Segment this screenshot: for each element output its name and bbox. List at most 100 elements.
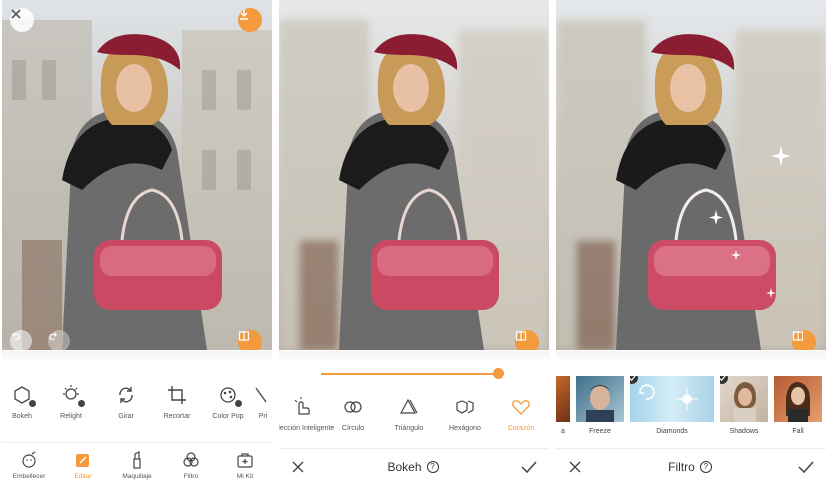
tool-strip: Bokeh Relight Girar Recortar Color Pop P… [2, 384, 272, 434]
nav-filtro[interactable]: Filtro [164, 443, 218, 488]
filter-item-fall[interactable]: Fall [774, 376, 822, 438]
bottom-nav: Embellecer Editar Maquillaje Filtro Mi K… [2, 442, 272, 488]
crop-icon [166, 384, 188, 406]
slider-knob[interactable] [493, 368, 504, 379]
tool-label: Relight [60, 413, 82, 420]
hexagon-shape-icon [454, 396, 476, 418]
face-retouch-icon [22, 451, 36, 468]
compare-button[interactable] [515, 330, 539, 350]
check-badge [234, 399, 243, 408]
bokeh-icon [11, 384, 37, 408]
edit-icon [76, 454, 89, 467]
photo-canvas[interactable] [279, 0, 549, 350]
tool-partial[interactable]: Pri [254, 384, 272, 434]
tool-label: Pri [258, 413, 268, 420]
help-icon[interactable]: ? [699, 460, 712, 473]
tool-label: Recortar [163, 413, 191, 420]
apply-check-icon[interactable] [798, 460, 814, 474]
tool-label: Color Pop [212, 413, 244, 420]
shape-circle[interactable]: Círculo [325, 396, 381, 446]
tool-label: Girar [118, 413, 134, 420]
filter-label: a [561, 428, 565, 435]
filter-label: Shadows [729, 428, 759, 435]
tool-title: Filtro ? [668, 460, 712, 474]
nav-label: Filtro [183, 473, 199, 480]
circle-shape-icon [342, 396, 364, 418]
download-button[interactable] [238, 8, 262, 32]
apply-check-icon[interactable] [521, 460, 537, 474]
filter-item[interactable]: a [556, 376, 570, 438]
tool-title: Bokeh ? [387, 459, 439, 474]
editor-panel-filters: a Freeze Diamonds Shadows Fall Filtro ? [556, 0, 826, 488]
nav-embellecer[interactable]: Embellecer [2, 443, 56, 488]
photo-canvas[interactable] [556, 0, 826, 350]
tool-title-text: Filtro [668, 459, 695, 474]
partial-icon [254, 384, 272, 406]
help-icon[interactable]: ? [426, 460, 439, 473]
check-badge [77, 399, 86, 408]
shape-smart-selection[interactable]: Selección Inteligente [279, 396, 334, 446]
makeup-icon [133, 451, 141, 469]
tool-color-pop[interactable]: Color Pop [202, 384, 254, 434]
smart-selection-icon [291, 396, 313, 418]
redo-icon [49, 332, 57, 340]
kit-icon [237, 453, 253, 468]
filter-item-diamonds[interactable]: Diamonds [630, 376, 714, 438]
cancel-icon[interactable] [568, 460, 582, 474]
filter-icon [183, 452, 199, 467]
compare-icon [238, 331, 250, 341]
nav-label: Embellecer [12, 473, 46, 480]
filter-thumbnail [576, 376, 624, 422]
tool-bokeh[interactable]: Bokeh [2, 384, 42, 434]
shape-heart[interactable]: Corazón [493, 396, 549, 446]
compare-button[interactable] [792, 330, 816, 350]
reset-icon [639, 384, 655, 400]
nav-maquillaje[interactable]: Maquillaje [110, 443, 164, 488]
compare-button[interactable] [238, 330, 262, 350]
heart-shape-icon [510, 396, 532, 418]
tool-relight[interactable]: Relight [42, 384, 100, 434]
rotate-icon [115, 384, 137, 406]
tool-rotate[interactable]: Girar [100, 384, 152, 434]
close-icon [11, 9, 21, 19]
nav-editar[interactable]: Editar [56, 443, 110, 488]
triangle-shape-icon [398, 396, 420, 418]
shape-label: Hexágono [449, 425, 481, 432]
shape-hexagon[interactable]: Hexágono [437, 396, 493, 446]
editor-panel-bokeh: Selección Inteligente Círculo Triángulo … [279, 0, 549, 488]
filter-strip: a Freeze Diamonds Shadows Fall [556, 376, 826, 438]
cancel-icon[interactable] [291, 460, 305, 474]
filter-thumbnail [774, 376, 822, 422]
editor-panel-tools: Bokeh Relight Girar Recortar Color Pop P… [2, 0, 272, 488]
nav-label: Mi Kit [236, 473, 254, 480]
filter-item-freeze[interactable]: Freeze [576, 376, 624, 438]
filter-item-shadows[interactable]: Shadows [720, 376, 768, 438]
divider [2, 351, 272, 361]
shape-label: Corazón [507, 425, 535, 432]
undo-button[interactable] [10, 330, 32, 350]
tool-title-text: Bokeh [387, 459, 422, 474]
nav-label: Maquillaje [122, 473, 152, 480]
filter-thumbnail [556, 376, 570, 422]
shape-triangle[interactable]: Triángulo [381, 396, 437, 446]
shape-strip: Selección Inteligente Círculo Triángulo … [279, 396, 549, 446]
tool-label: Bokeh [12, 413, 32, 420]
nav-label: Editar [74, 473, 92, 480]
redo-button[interactable] [48, 330, 70, 350]
color-pop-icon [217, 384, 243, 408]
divider [556, 351, 826, 361]
tool-crop[interactable]: Recortar [152, 384, 202, 434]
bokeh-intensity-slider[interactable] [321, 368, 504, 380]
compare-icon [515, 331, 527, 341]
photo-canvas[interactable] [2, 0, 272, 350]
filter-label: Fall [792, 428, 804, 435]
action-bar: Filtro ? [556, 448, 826, 484]
divider [279, 351, 549, 361]
check-badge [28, 399, 37, 408]
shape-label: Círculo [341, 425, 365, 432]
filter-thumbnail [720, 376, 768, 422]
nav-mi-kit[interactable]: Mi Kit [218, 443, 272, 488]
close-button[interactable] [10, 8, 34, 32]
shape-label: Triángulo [394, 425, 424, 432]
compare-icon [792, 331, 804, 341]
